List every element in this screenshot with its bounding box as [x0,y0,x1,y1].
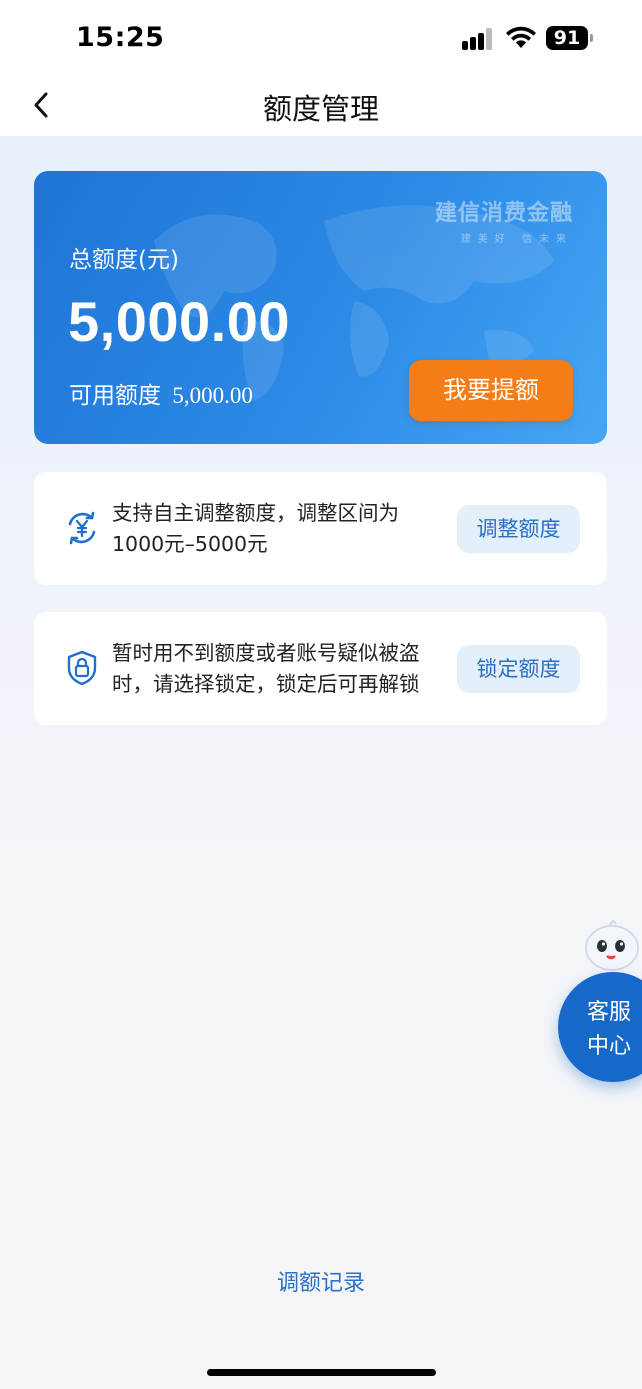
lock-limit-description: 暂时用不到额度或者账号疑似被盗时，请选择锁定，锁定后可再解锁 [112,641,420,696]
brand-name: 建信消费金融 [434,201,573,226]
home-indicator[interactable] [207,1369,436,1376]
available-limit-amount: 5,000.00 [172,383,253,408]
brand-slogan: 建美好 信未来 [460,234,573,245]
battery-icon: 91 [546,26,588,50]
page-title: 额度管理 [262,92,379,126]
customer-service-label-line1: 客服 [587,1000,632,1025]
limit-records-link[interactable]: 调额记录 [0,1265,642,1297]
raise-limit-button[interactable]: 我要提额 [409,360,573,421]
cellular-signal-icon [462,28,496,50]
adjust-limit-card: 支持自主调整额度，调整区间为1000元–5000元 调整额度 [34,472,607,585]
nav-bar: 额度管理 [0,76,642,136]
available-limit-label: 可用额度 [69,383,161,409]
lock-limit-button[interactable]: 锁定额度 [457,645,580,693]
shield-lock-icon [67,650,97,686]
status-bar: 15:25 91 [0,0,642,76]
credit-limit-card: 建信消费金融 建美好 信未来 总额度(元) 5,000.00 可用额度 5,00… [34,171,607,444]
total-limit-label: 总额度(元) [69,247,179,273]
mascot-icon[interactable] [580,918,642,974]
available-limit-row: 可用额度 5,000.00 [69,376,253,410]
customer-service-label-line2: 中心 [587,1034,632,1059]
brand-logo: 建信消费金融 建美好 信未来 [435,195,573,245]
lock-limit-card: 暂时用不到额度或者账号疑似被盗时，请选择锁定，锁定后可再解锁 锁定额度 [34,612,607,725]
yen-cycle-icon [68,511,96,545]
adjust-limit-description: 支持自主调整额度，调整区间为1000元–5000元 [112,501,399,556]
total-limit-amount: 5,000.00 [68,290,290,353]
wifi-icon [506,26,536,48]
status-time: 15:25 [76,22,165,53]
customer-service-button[interactable]: 客服 中心 [558,972,642,1082]
adjust-limit-button[interactable]: 调整额度 [457,505,580,553]
battery-cap [590,34,593,42]
